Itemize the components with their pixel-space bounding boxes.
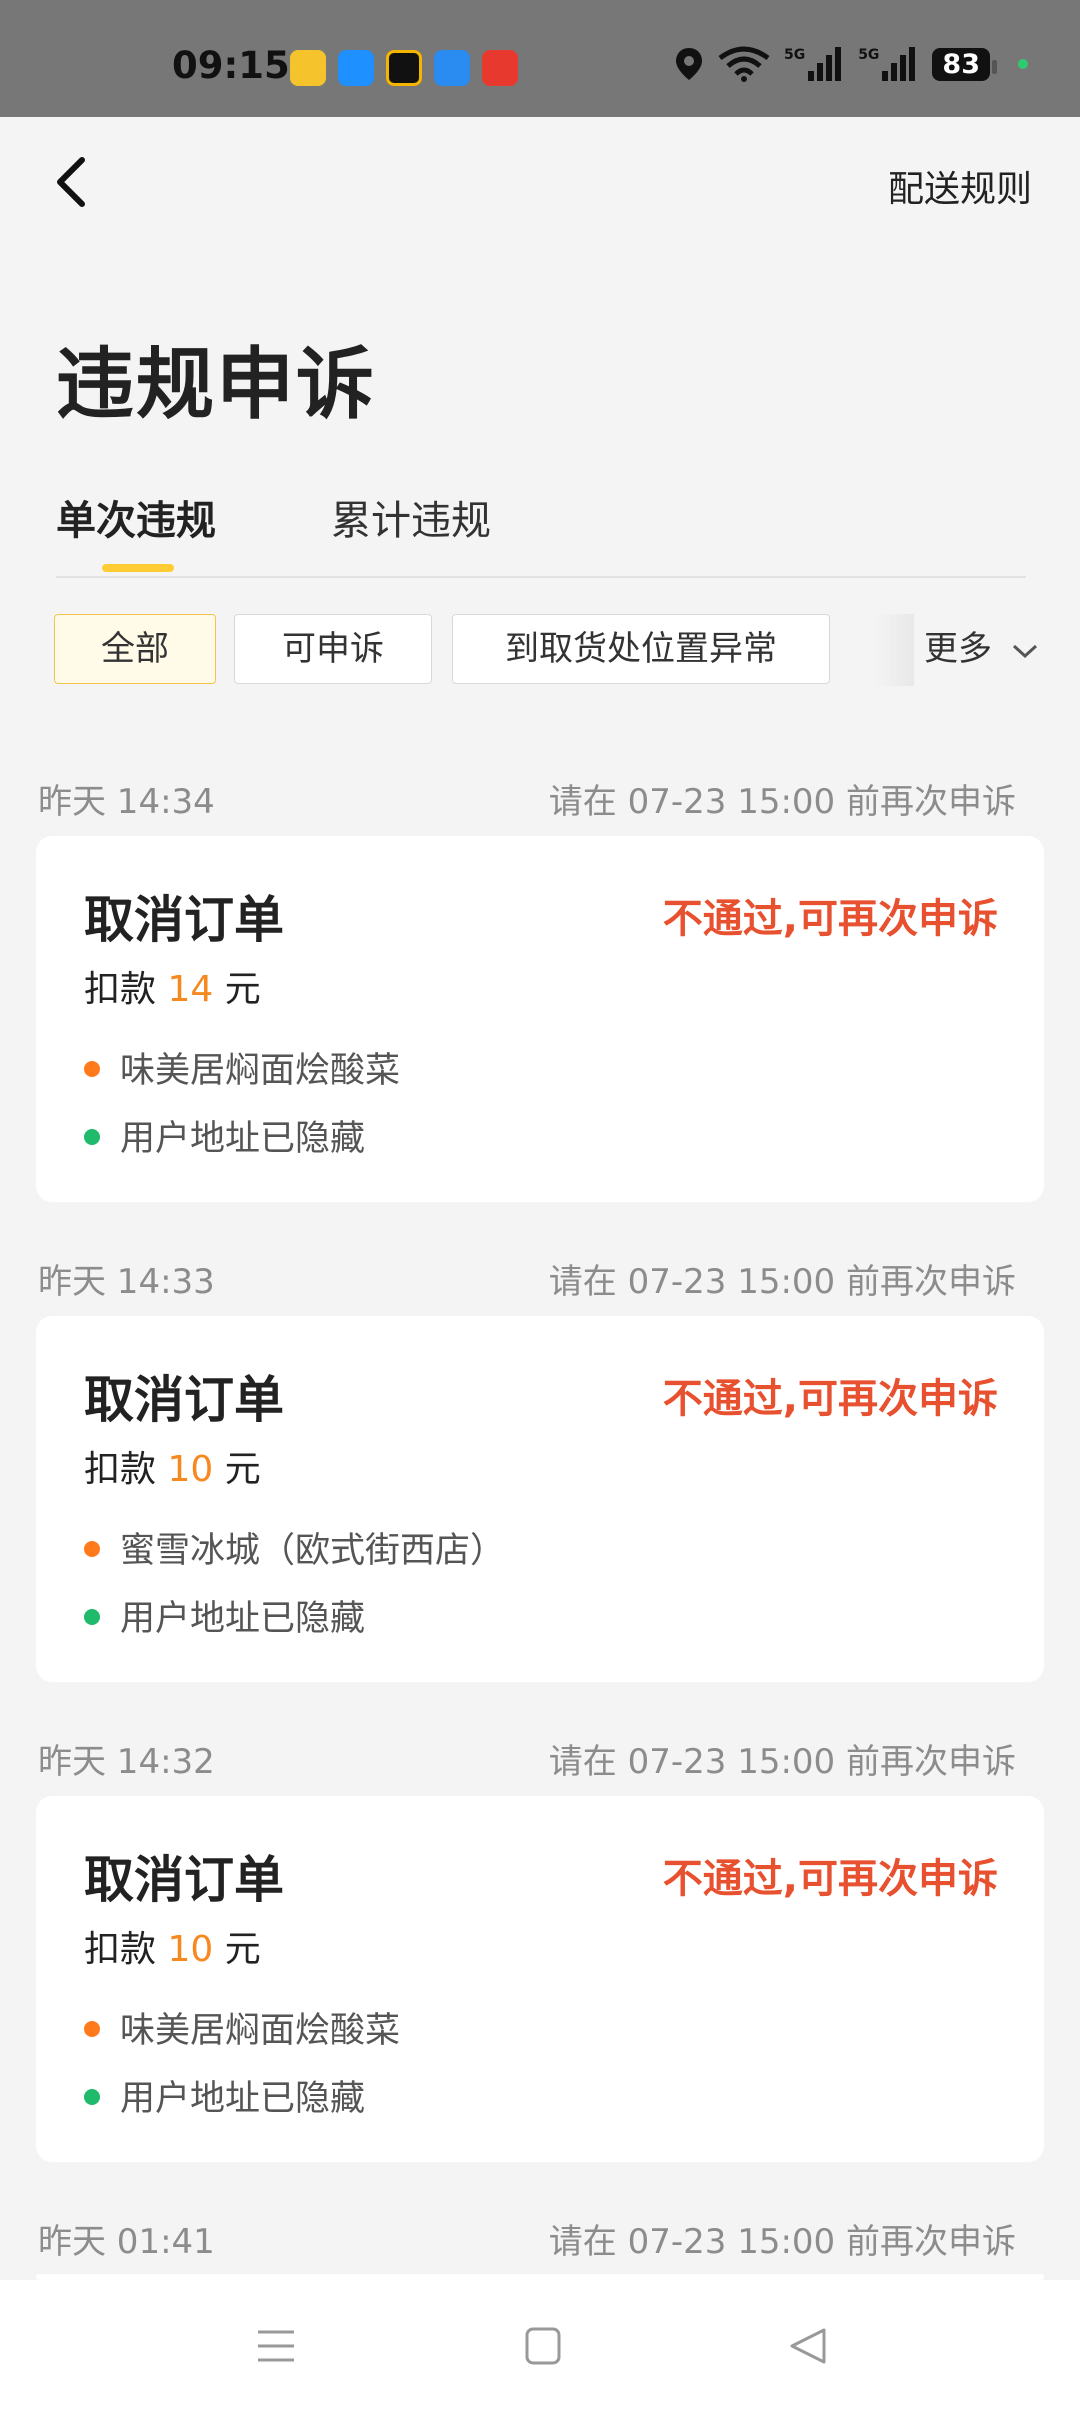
appeal-status: 不通过,可再次申诉 bbox=[662, 1376, 998, 1422]
fine-value: 10 bbox=[167, 1929, 214, 1970]
system-navigation-bar bbox=[0, 2280, 1080, 2412]
fine-prefix: 扣款 bbox=[84, 1449, 157, 1490]
signal-label-2: 5G bbox=[858, 47, 880, 63]
chevron-left-icon bbox=[57, 157, 85, 207]
filter-chip-pickup-location-abnormal[interactable]: 到取货处位置异常 bbox=[452, 614, 830, 684]
app-notification-icon bbox=[290, 50, 326, 86]
active-tab-indicator bbox=[102, 564, 174, 572]
violation-type: 取消订单 bbox=[84, 891, 284, 949]
address-dot-icon bbox=[84, 1609, 100, 1625]
shop-dot-icon bbox=[84, 2021, 100, 2037]
record-time: 昨天 14:33 bbox=[38, 1262, 215, 1302]
violation-tabs: 单次违规 累计违规 bbox=[56, 480, 1026, 578]
customer-address: 用户地址已隐藏 bbox=[120, 1119, 366, 1159]
tab-cumulative-violation[interactable]: 累计违规 bbox=[331, 488, 491, 546]
appeal-status: 不通过,可再次申诉 bbox=[662, 896, 998, 942]
signal-label-1: 5G bbox=[783, 47, 806, 63]
shop-name: 味美居焖面烩酸菜 bbox=[120, 1051, 401, 1091]
record-header: 昨天 14:34 请在 07-23 15:00 前再次申诉 bbox=[38, 774, 1016, 824]
shop-line: 味美居焖面烩酸菜 bbox=[84, 2002, 400, 2053]
fine-unit: 元 bbox=[224, 1929, 261, 1970]
address-line: 用户地址已隐藏 bbox=[84, 1110, 365, 1161]
more-filters-label: 更多 bbox=[924, 629, 992, 669]
appeal-deadline: 请在 07-23 15:00 前再次申诉 bbox=[548, 1262, 1016, 1302]
status-app-icons bbox=[290, 50, 518, 86]
home-icon[interactable] bbox=[524, 2326, 562, 2366]
fine-unit: 元 bbox=[224, 969, 261, 1010]
shop-line: 味美居焖面烩酸菜 bbox=[84, 1042, 400, 1093]
record-time: 昨天 01:41 bbox=[38, 2222, 215, 2262]
violation-card[interactable]: 取消订单 不通过,可再次申诉 扣款 10 元 蜜雪冰城（欧式街西店） 用户地址已… bbox=[36, 1316, 1044, 1682]
status-bar: 09:15 5G 5G 83 bbox=[0, 0, 1080, 117]
battery-icon: 83 bbox=[932, 47, 997, 81]
violation-card[interactable]: 取消订单 不通过,可再次申诉 扣款 10 元 味美居焖面烩酸菜 用户地址已隐藏 bbox=[36, 1796, 1044, 2162]
fine-amount: 扣款 14 元 bbox=[84, 960, 261, 1012]
record-time: 昨天 14:32 bbox=[38, 1742, 215, 1782]
menu-icon[interactable] bbox=[256, 2326, 296, 2366]
location-icon bbox=[675, 48, 702, 80]
back-icon[interactable] bbox=[788, 2326, 828, 2366]
back-button[interactable] bbox=[46, 152, 106, 212]
app-notification-icon bbox=[482, 50, 518, 86]
record-time: 昨天 14:34 bbox=[38, 782, 215, 822]
violation-type: 取消订单 bbox=[84, 1371, 284, 1429]
fine-amount: 扣款 10 元 bbox=[84, 1440, 261, 1492]
signal-icon-2: 5G bbox=[858, 47, 918, 81]
app-notification-icon bbox=[434, 50, 470, 86]
shop-name: 味美居焖面烩酸菜 bbox=[120, 2011, 401, 2051]
more-filters-button[interactable]: 更多 bbox=[924, 614, 1080, 684]
fine-prefix: 扣款 bbox=[84, 969, 157, 1010]
violation-card[interactable]: 取消订单 不通过,可再次申诉 扣款 14 元 味美居焖面烩酸菜 用户地址已隐藏 bbox=[36, 836, 1044, 1202]
chevron-down-icon bbox=[1012, 644, 1037, 658]
address-line: 用户地址已隐藏 bbox=[84, 2070, 365, 2121]
shop-dot-icon bbox=[84, 1061, 100, 1077]
appeal-deadline: 请在 07-23 15:00 前再次申诉 bbox=[548, 782, 1016, 822]
appeal-status: 不通过,可再次申诉 bbox=[662, 1856, 998, 1902]
address-line: 用户地址已隐藏 bbox=[84, 1590, 365, 1641]
customer-address: 用户地址已隐藏 bbox=[120, 2079, 366, 2119]
shop-name: 蜜雪冰城（欧式街西店） bbox=[120, 1531, 506, 1571]
customer-address: 用户地址已隐藏 bbox=[120, 1599, 366, 1639]
tab-single-violation[interactable]: 单次违规 bbox=[56, 488, 216, 546]
app-notification-icon bbox=[338, 50, 374, 86]
signal-icon: 5G bbox=[784, 47, 844, 81]
filter-scroll-fade bbox=[874, 614, 914, 686]
violation-type: 取消订单 bbox=[84, 1851, 284, 1909]
address-dot-icon bbox=[84, 1129, 100, 1145]
filter-chip-all[interactable]: 全部 bbox=[54, 614, 216, 684]
wifi-icon bbox=[718, 46, 770, 82]
appeal-deadline: 请在 07-23 15:00 前再次申诉 bbox=[548, 2222, 1016, 2262]
shop-dot-icon bbox=[84, 1541, 100, 1557]
record-header: 昨天 01:41 请在 07-23 15:00 前再次申诉 bbox=[38, 2214, 1016, 2264]
status-time: 09:15 bbox=[172, 44, 290, 87]
delivery-rules-link[interactable]: 配送规则 bbox=[888, 160, 1032, 212]
appeal-deadline: 请在 07-23 15:00 前再次申诉 bbox=[548, 1742, 1016, 1782]
shop-line: 蜜雪冰城（欧式街西店） bbox=[84, 1522, 505, 1573]
privacy-indicator-icon bbox=[1018, 59, 1028, 69]
status-right: 5G 5G 83 bbox=[674, 46, 1028, 82]
page-title: 违规申诉 bbox=[56, 340, 377, 430]
fine-value: 14 bbox=[167, 969, 214, 1010]
app-notification-icon bbox=[386, 50, 422, 86]
address-dot-icon bbox=[84, 2089, 100, 2105]
fine-amount: 扣款 10 元 bbox=[84, 1920, 261, 1972]
filter-chip-appealable[interactable]: 可申诉 bbox=[234, 614, 432, 684]
record-header: 昨天 14:33 请在 07-23 15:00 前再次申诉 bbox=[38, 1254, 1016, 1304]
fine-unit: 元 bbox=[224, 1449, 261, 1490]
fine-prefix: 扣款 bbox=[84, 1929, 157, 1970]
filter-bar: 全部 可申诉 到取货处位置异常 更多 bbox=[54, 614, 1080, 686]
fine-value: 10 bbox=[167, 1449, 214, 1490]
record-header: 昨天 14:32 请在 07-23 15:00 前再次申诉 bbox=[38, 1734, 1016, 1784]
